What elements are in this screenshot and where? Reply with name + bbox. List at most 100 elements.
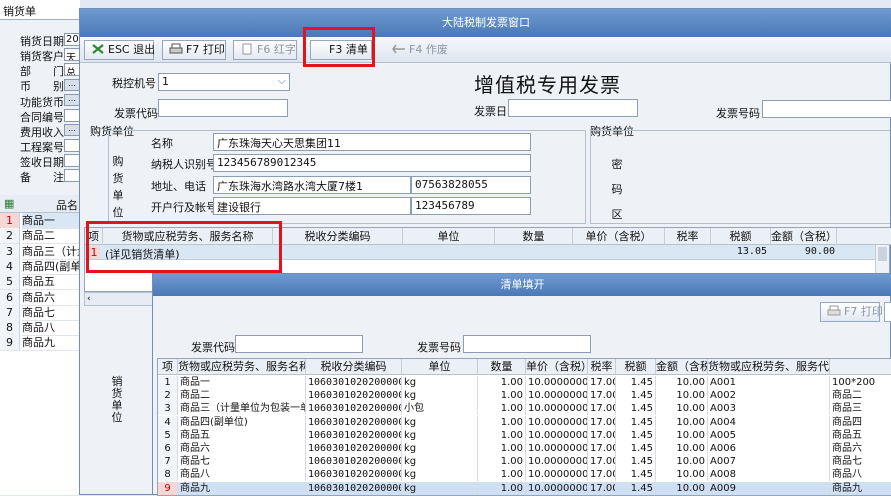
row-number[interactable]: 9 <box>0 335 20 352</box>
list-item[interactable]: 商品九 <box>22 335 80 352</box>
row-number[interactable]: 4 <box>0 258 20 275</box>
row-number[interactable]: 1 <box>0 213 20 229</box>
row-number[interactable]: 2 <box>0 228 20 245</box>
table-cell-amount: 10.00 <box>656 402 708 416</box>
buyer-bank-field[interactable]: 建设银行 <box>213 197 411 215</box>
horizontal-scrollbar[interactable]: ‹ <box>84 292 154 306</box>
row-number[interactable]: 8 <box>0 320 20 337</box>
invoice-number-field[interactable] <box>762 100 891 118</box>
printer-icon <box>827 305 841 317</box>
dialog-print-button[interactable]: F7 打印 <box>820 302 883 322</box>
table-cell-item-code: A006 <box>708 442 830 455</box>
list-column-header[interactable]: 金额（含税） <box>656 359 708 375</box>
project-field[interactable] <box>64 139 80 152</box>
print-button[interactable]: F7 打印 <box>162 40 226 60</box>
list-column-header[interactable]: 税收分类编码 <box>306 359 402 375</box>
tax-machine-label: 税控机号 <box>112 77 156 90</box>
grid-column-header[interactable]: 税率 <box>665 228 711 245</box>
invoice-window-title: 大陆税制发票窗口 <box>80 9 891 37</box>
row-number[interactable]: 5 <box>0 274 20 291</box>
list-column-header[interactable]: 单价（含税） <box>526 359 588 375</box>
buyer-account-field[interactable]: 123456789 <box>411 197 531 215</box>
buyer-name-label: 名称 <box>151 137 173 150</box>
table-row[interactable]: 7商品七1060301020200000000kg1.0010.00000000… <box>158 455 891 469</box>
grid-column-header[interactable]: 数量 <box>495 228 573 245</box>
list-item[interactable]: 商品三（计量 <box>22 244 80 260</box>
table-cell-qty: 1.00 <box>478 415 526 429</box>
table-cell-name: 商品二 <box>178 389 306 403</box>
grid-column-header[interactable]: 金额（含税） <box>771 228 837 245</box>
table-cell-extra: 商品二 <box>830 389 891 402</box>
table-row[interactable]: 1商品一1060301020200000000kg1.0010.00000000… <box>158 376 891 389</box>
excel-icon[interactable]: ▦ <box>4 197 14 210</box>
grid-column-header[interactable]: 税收分类编码 <box>273 228 403 245</box>
sale-date-field[interactable]: 20 <box>64 33 80 46</box>
buyer-address-field[interactable]: 广东珠海水湾路水湾大厦7楼1 <box>213 176 411 194</box>
list-column-header[interactable]: 税率 <box>588 359 616 375</box>
remark-field[interactable] <box>64 169 80 182</box>
contract-field[interactable] <box>64 109 80 122</box>
exit-button[interactable]: ESC 退出 <box>84 40 155 60</box>
list-column-header[interactable]: 货物或应税劳务、服务代号 <box>708 359 830 375</box>
table-row[interactable]: 4商品四(副单位)1060301020200000000kg1.0010.000… <box>158 415 891 429</box>
table-cell-rate: 17.00 <box>590 389 616 403</box>
table-row[interactable]: 8商品八1060301020200000000kg1.0010.00000000… <box>158 468 891 482</box>
void-button[interactable]: F4 作废 <box>385 40 449 60</box>
table-cell-num: 7 <box>158 455 178 469</box>
buyer-name-field[interactable]: 广东珠海天心天思集团11 <box>213 133 531 151</box>
table-row[interactable]: 6商品六1060301020200000000kg1.0010.00000000… <box>158 442 891 455</box>
dialog-extra-button[interactable] <box>884 302 891 322</box>
dialog-invoice-code-field[interactable] <box>235 335 363 353</box>
scrollbar-thumb[interactable] <box>878 247 887 261</box>
buyer-phone-field[interactable]: 07563828055 <box>411 176 531 194</box>
list-item[interactable]: 商品二 <box>22 228 80 245</box>
table-cell-rate: 17.00 <box>590 376 616 389</box>
list-item[interactable]: 商品七 <box>22 305 80 321</box>
department-field[interactable]: 总 <box>64 63 80 76</box>
grid-column-header[interactable]: 单价（含税） <box>573 228 665 245</box>
chevron-down-icon: ⌵ <box>277 74 286 87</box>
list-column-header[interactable]: 数量 <box>478 359 526 375</box>
row-number[interactable]: 6 <box>0 289 20 306</box>
list-column-header[interactable]: 货物或应税劳务、服务名称 <box>178 359 306 375</box>
dialog-invoice-number-field[interactable] <box>463 335 591 353</box>
table-cell-name: 商品六 <box>178 442 306 455</box>
list-item[interactable]: 商品五 <box>22 274 80 291</box>
list-item[interactable]: 商品八 <box>22 320 80 337</box>
tax-machine-select[interactable]: 1 ⌵ <box>158 73 290 91</box>
red-invoice-button[interactable]: F6 红字 <box>233 40 297 60</box>
table-cell-item-code: A004 <box>708 415 830 429</box>
table-cell-num: 2 <box>158 389 178 403</box>
row-number[interactable]: 7 <box>0 304 20 321</box>
row-number[interactable]: 3 <box>0 243 20 260</box>
table-cell-unit: kg <box>402 468 478 482</box>
table-cell-extra: 商品三 <box>830 402 891 415</box>
list-column-header[interactable]: 税额 <box>616 359 656 375</box>
list-column-header[interactable]: 单位 <box>402 359 478 375</box>
invoice-date-field[interactable] <box>508 99 638 117</box>
table-cell-code: 1060301020200000000 <box>306 481 402 495</box>
grid-column-header[interactable]: 单位 <box>403 228 495 245</box>
table-cell-extra: 商品五 <box>830 429 891 442</box>
table-cell-rate: 17.00 <box>588 481 616 495</box>
table-row[interactable]: 9商品九1060301020200000000kg1.0010.00000000… <box>158 481 891 495</box>
expense-lookup-button[interactable]: … <box>64 124 80 136</box>
buyer-taxid-field[interactable]: 123456789012345 <box>213 154 531 172</box>
func-currency-lookup-button[interactable]: … <box>64 94 80 106</box>
list-item[interactable]: 商品四(副单 <box>22 259 80 275</box>
list-column-header[interactable] <box>830 359 891 375</box>
sign-date-field[interactable] <box>64 154 80 167</box>
invoice-code-field[interactable] <box>158 99 288 117</box>
table-cell-amount: 10.00 <box>656 481 708 495</box>
grid-column-header[interactable]: 税额 <box>711 228 771 245</box>
invoice-date-label: 发票日 <box>474 105 507 118</box>
table-cell-unit: kg <box>402 481 478 495</box>
table-row[interactable]: 5商品五1060301020200000000kg1.0010.00000000… <box>158 428 891 442</box>
list-item[interactable]: 商品六 <box>22 290 80 306</box>
table-row[interactable]: 2商品二1060301020200000000kg1.0010.00000000… <box>158 389 891 403</box>
currency-lookup-button[interactable]: … <box>64 79 80 91</box>
table-row[interactable]: 3商品三（计量单位为包装一单1060301020200000000小包1.001… <box>158 402 891 416</box>
customer-field[interactable]: 天 <box>64 48 80 61</box>
list-item[interactable]: 商品一 <box>22 213 80 229</box>
list-column-header[interactable]: 项 <box>158 359 178 375</box>
